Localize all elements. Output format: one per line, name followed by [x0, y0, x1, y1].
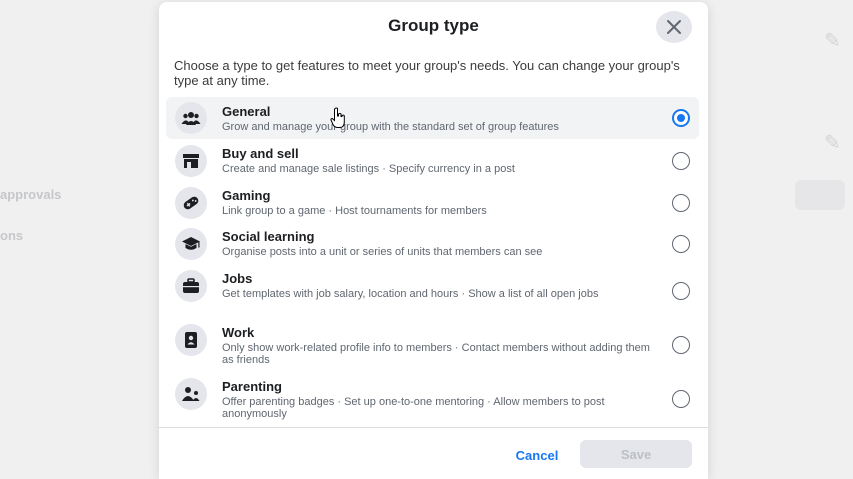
option-description: Create and manage sale listings · Specif… — [222, 163, 515, 175]
dialog-description: Choose a type to get features to meet yo… — [174, 58, 680, 88]
footer-divider — [159, 427, 708, 428]
option-title: Buy and sell — [222, 146, 299, 161]
hand-cursor-icon — [330, 107, 346, 134]
close-button[interactable] — [656, 11, 692, 43]
people-icon — [175, 102, 207, 134]
graduation-cap-icon — [175, 228, 207, 260]
parent-child-icon — [175, 378, 207, 410]
option-general[interactable]: General Grow and manage your group with … — [166, 97, 699, 139]
option-title: General — [222, 104, 271, 119]
radio-parenting[interactable] — [672, 390, 690, 408]
option-description: Link group to a game · Host tournaments … — [222, 205, 487, 217]
radio-social-learning[interactable] — [672, 235, 690, 253]
option-description: Grow and manage your group with the stan… — [222, 121, 559, 133]
radio-buy-and-sell[interactable] — [672, 152, 690, 170]
option-description: Organise posts into a unit or series of … — [222, 246, 543, 258]
option-title: Work — [222, 325, 255, 340]
option-title: Gaming — [222, 188, 271, 203]
bg-nav-item-approvals: approvals — [0, 187, 62, 202]
radio-work[interactable] — [672, 336, 690, 354]
save-button[interactable]: Save — [580, 440, 692, 468]
group-type-dialog: Group type Choose a type to get features… — [159, 2, 708, 479]
close-icon — [667, 20, 681, 34]
option-description: Only show work-related profile info to m… — [222, 342, 650, 366]
radio-general[interactable] — [672, 109, 690, 127]
dialog-title: Group type — [388, 16, 479, 35]
option-title: Parenting — [222, 379, 282, 394]
radio-jobs[interactable] — [672, 282, 690, 300]
cancel-button[interactable]: Cancel — [507, 444, 567, 468]
pencil-icon: ✎ — [824, 132, 841, 154]
option-social-learning[interactable]: Social learning Organise posts into a un… — [166, 222, 699, 264]
bg-nav-item-options: ons — [0, 228, 24, 243]
game-controller-icon — [175, 187, 207, 219]
option-work[interactable]: Work Only show work-related profile info… — [166, 318, 699, 372]
briefcase-icon — [175, 270, 207, 302]
option-jobs[interactable]: Jobs Get templates with job salary, loca… — [166, 264, 699, 318]
radio-gaming[interactable] — [672, 194, 690, 212]
pencil-icon: ✎ — [824, 30, 841, 52]
shop-icon — [175, 145, 207, 177]
group-type-options: General Grow and manage your group with … — [166, 97, 699, 426]
option-description: Offer parenting badges · Set up one-to-o… — [222, 396, 605, 420]
option-title: Jobs — [222, 271, 253, 286]
option-title: Social learning — [222, 229, 315, 244]
id-badge-icon — [175, 324, 207, 356]
option-gaming[interactable]: Gaming Link group to a game · Host tourn… — [166, 181, 699, 222]
option-description: Get templates with job salary, location … — [222, 288, 599, 300]
option-buy-and-sell[interactable]: Buy and sell Create and manage sale list… — [166, 139, 699, 181]
option-parenting[interactable]: Parenting Offer parenting badges · Set u… — [166, 372, 699, 426]
bg-button — [795, 180, 845, 210]
